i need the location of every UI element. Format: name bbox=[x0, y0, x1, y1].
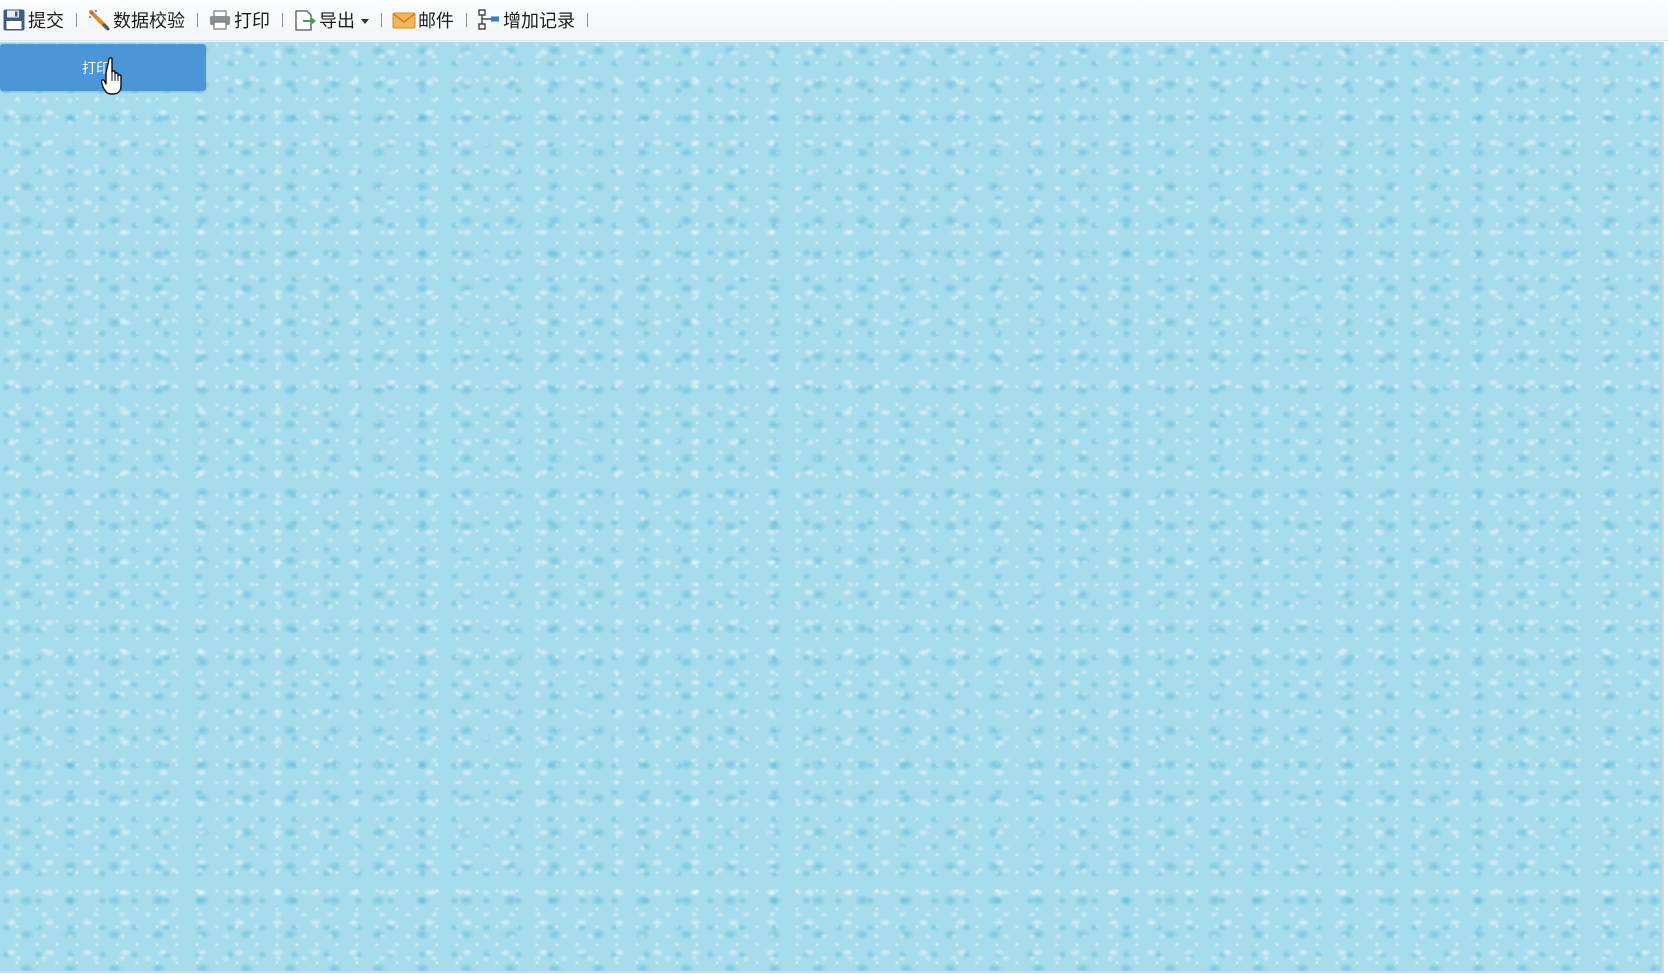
submit-label: 提交 bbox=[28, 11, 64, 32]
export-label: 导出 bbox=[319, 11, 355, 32]
export-dropdown[interactable]: 导出 bbox=[293, 4, 369, 36]
add-record-button[interactable]: 增加记录 bbox=[477, 4, 575, 36]
chevron-down-icon bbox=[361, 18, 369, 24]
mail-button[interactable]: 邮件 bbox=[392, 4, 454, 36]
printer-icon bbox=[208, 8, 232, 32]
add-record-label: 增加记录 bbox=[503, 11, 575, 32]
save-icon bbox=[2, 8, 26, 32]
submit-button[interactable]: 提交 bbox=[2, 4, 64, 36]
toolbar-separator bbox=[466, 13, 467, 27]
export-icon bbox=[293, 8, 317, 32]
report-viewer: 提交 数据校验 打印 导出 邮件 增加记录 打印 bbox=[0, 0, 1668, 974]
hand-cursor-icon bbox=[101, 57, 122, 95]
validate-button[interactable]: 数据校验 bbox=[87, 4, 185, 36]
add-record-icon bbox=[477, 8, 501, 32]
mail-icon bbox=[392, 8, 416, 32]
toolbar-separator bbox=[197, 13, 198, 27]
report-canvas bbox=[0, 42, 1664, 973]
print-toolbar-button[interactable]: 打印 bbox=[208, 4, 270, 36]
validate-label: 数据校验 bbox=[113, 11, 185, 32]
toolbar-separator bbox=[282, 13, 283, 27]
toolbar-separator bbox=[587, 13, 588, 27]
mail-label: 邮件 bbox=[418, 11, 454, 32]
validate-icon bbox=[87, 8, 111, 32]
toolbar-separator bbox=[381, 13, 382, 27]
toolbar-separator bbox=[76, 13, 77, 27]
toolbar: 提交 数据校验 打印 导出 邮件 增加记录 bbox=[0, 0, 1668, 41]
print-toolbar-label: 打印 bbox=[234, 11, 270, 32]
